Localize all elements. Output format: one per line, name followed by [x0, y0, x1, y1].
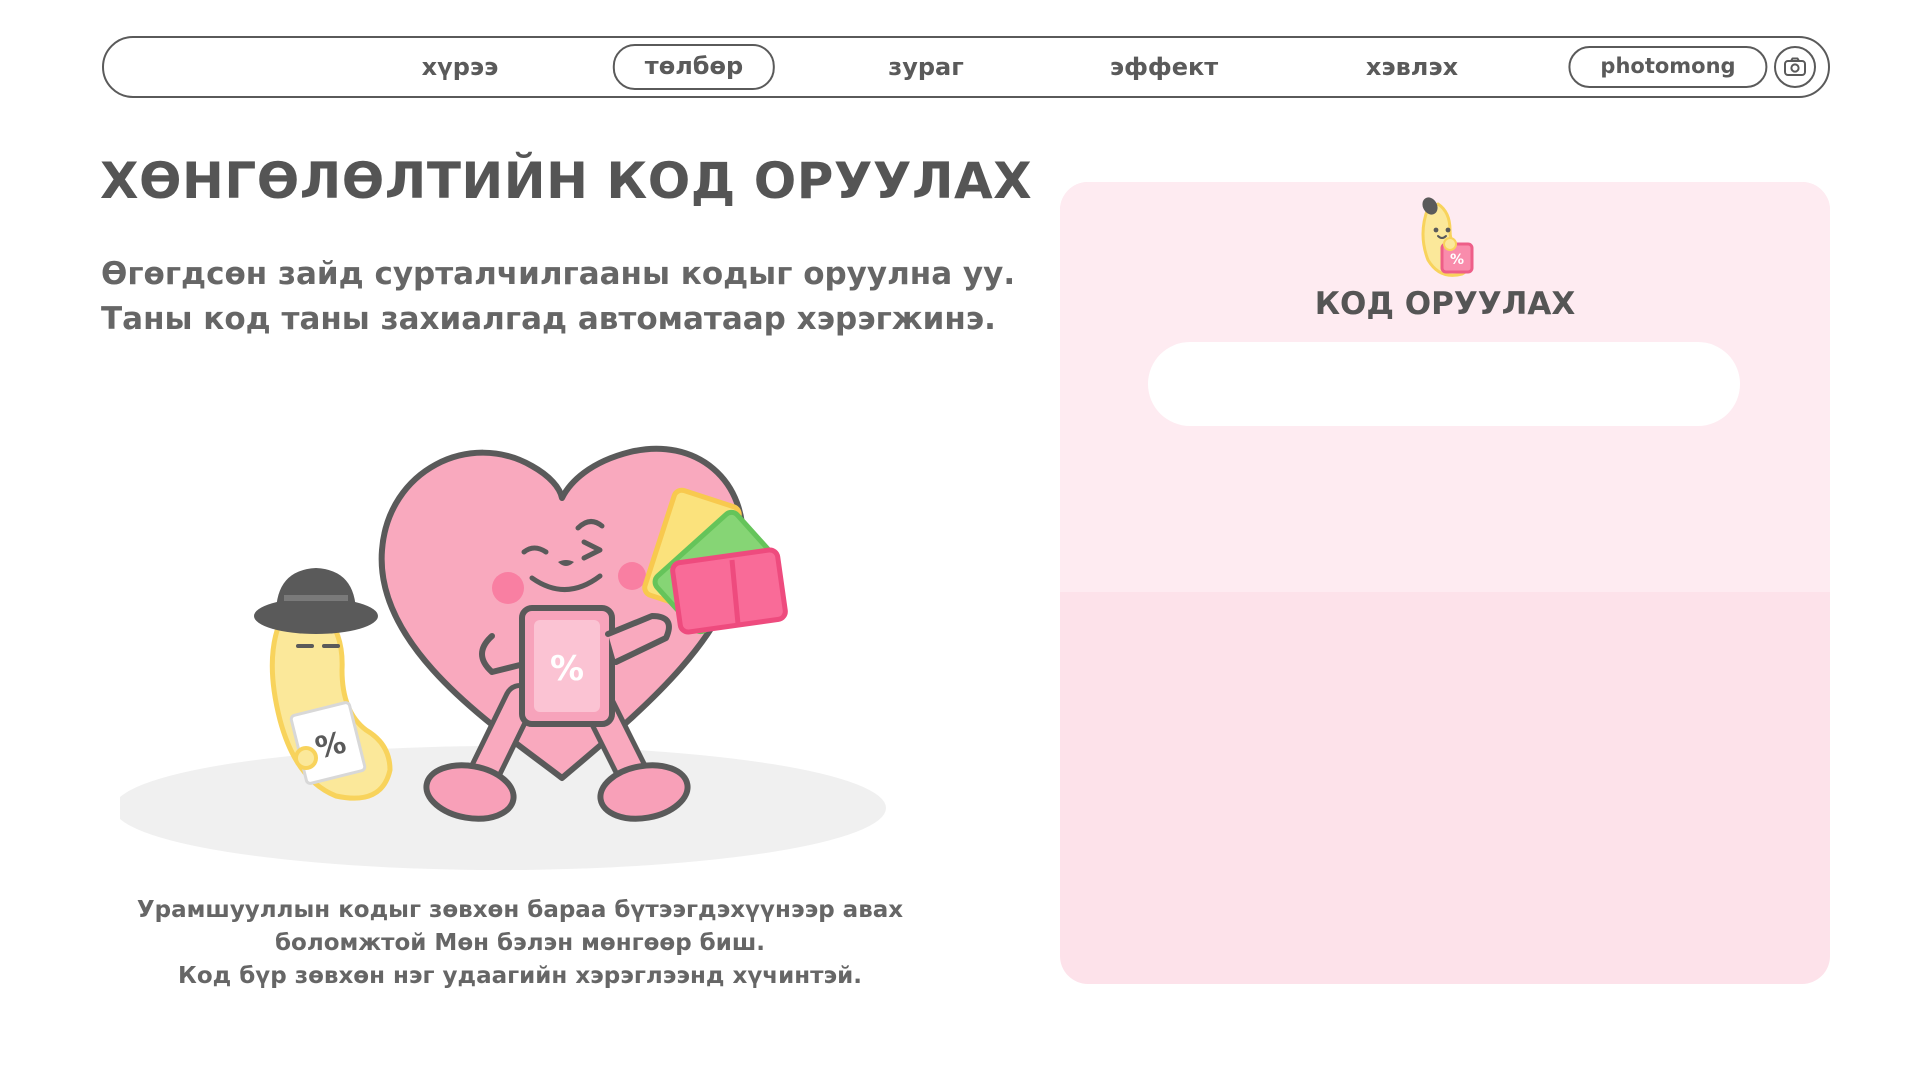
camera-icon: [1784, 57, 1806, 76]
notice-line: Урамшууллын кодыг зөвхөн бараа бүтээгдэх…: [136, 897, 904, 923]
code-entry-panel: % КОД ОРУУЛАХ: [1060, 182, 1830, 984]
banana-mascot-icon: %: [1421, 197, 1474, 277]
page-description: Өгөгдсөн зайд сурталчилгааны кодыг оруул…: [101, 252, 1015, 342]
svg-text:%: %: [1450, 252, 1464, 268]
top-nav: хүрээ төлбөр зураг эффект хэвлэх photomo…: [102, 36, 1830, 98]
nav-item-effect[interactable]: эффект: [1110, 53, 1218, 81]
nav-item-frame[interactable]: хүрээ: [422, 53, 499, 81]
page-title: ХӨНГӨЛӨЛТИЙН КОД ОРУУЛАХ: [100, 152, 1033, 210]
camera-button[interactable]: [1774, 46, 1816, 88]
nav-item-print[interactable]: хэвлэх: [1366, 53, 1458, 81]
description-line: Өгөгдсөн зайд сурталчилгааны кодыг оруул…: [101, 256, 1016, 292]
code-entry-title: КОД ОРУУЛАХ: [1314, 286, 1576, 322]
svg-text:%: %: [550, 649, 584, 689]
description-line: Таны код таны захиалгад автоматаар хэрэг…: [101, 301, 996, 337]
nav-item-payment[interactable]: төлбөр: [612, 44, 776, 90]
notice-line: Код бүр зөвхөн нэг удаагийн хэрэглээнд х…: [178, 963, 862, 989]
promo-notice: Урамшууллын кодыг зөвхөн бараа бүтээгдэх…: [120, 894, 920, 993]
brand-button[interactable]: photomong: [1568, 46, 1768, 88]
nav-item-photo[interactable]: зураг: [888, 53, 964, 81]
promo-code-input[interactable]: [1148, 342, 1740, 426]
notice-line: боломжтой Мөн бэлэн мөнгөөр биш.: [274, 930, 766, 956]
mascot-illustration: % %: [120, 445, 886, 870]
